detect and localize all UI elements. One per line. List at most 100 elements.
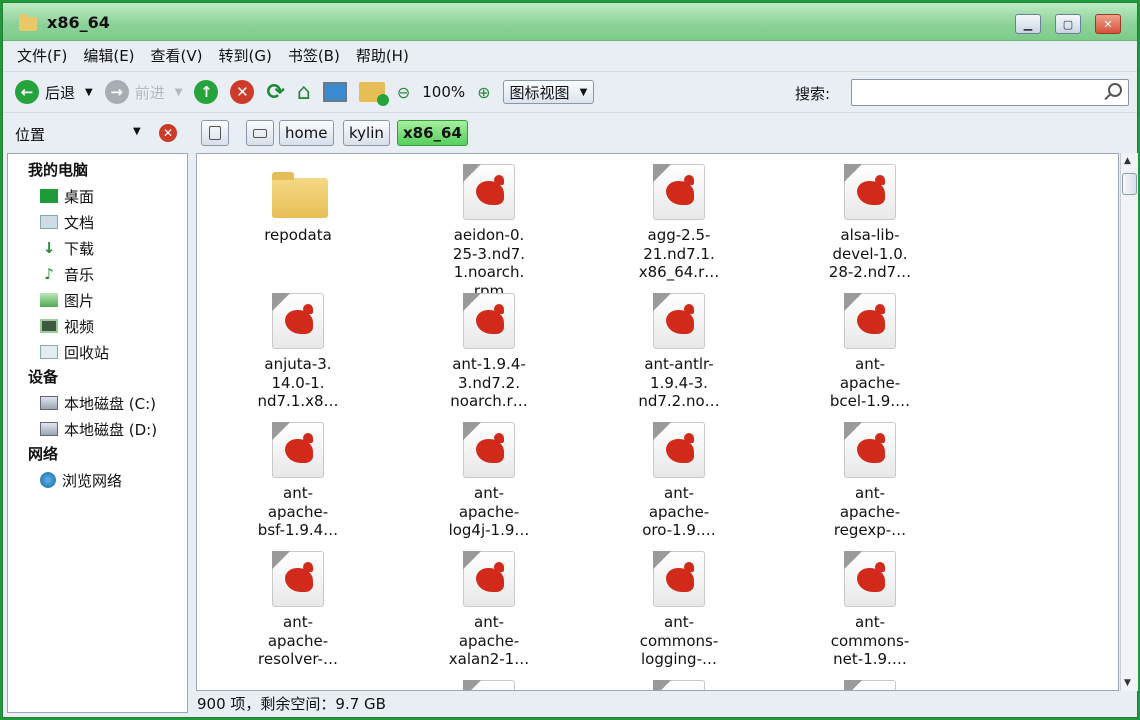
view-mode-select[interactable]: 图标视图 ▼ [502,80,595,104]
file-name: repodata [238,226,358,245]
file-name: anjuta-3. 14.0-1. nd7.1.x8… [238,355,358,411]
file-item[interactable]: ant-apache-resolver-… [238,551,358,669]
file-name-line: 1.9.4-3. [650,373,708,392]
file-item[interactable]: aeidon-0. 25-3.nd7. 1.noarch. rpm [429,164,549,300]
file-name-line: oro-1.9.… [642,521,716,539]
sidebar-item-desktop[interactable]: 桌面 [8,183,187,209]
file-item[interactable]: ant-apache-bcel-1.9.… [810,293,930,411]
rpm-package-icon [653,551,705,607]
sidebar-item-pictures[interactable]: 图片 [8,287,187,313]
file-name: aeidon-0. 25-3.nd7. 1.noarch. rpm [429,226,549,300]
forward-button[interactable]: → 前进 ▼ [104,80,183,104]
stop-icon[interactable]: ✕ [230,80,255,104]
file-item-partial[interactable] [619,680,739,690]
menu-file[interactable]: 文件(F) [17,45,67,66]
search-input[interactable] [851,79,1129,106]
file-name-line: apache- [458,502,520,521]
file-item[interactable]: ant-apache-regexp-… [810,422,930,540]
rpm-package-icon [844,680,896,690]
file-item[interactable]: repodata [238,164,358,245]
home-icon[interactable]: ⌂ [297,80,311,105]
computer-icon[interactable] [322,82,347,102]
rpm-package-icon [844,293,896,349]
file-item[interactable]: agg-2.5- 21.nd7.1. x86_64.r… [619,164,739,282]
trash-icon [40,345,58,359]
maximize-button[interactable]: ▢ [1055,14,1081,34]
file-name-line: apache- [267,502,329,521]
menu-help[interactable]: 帮助(H) [356,45,409,66]
file-name: ant-apache-bcel-1.9.… [810,355,930,411]
file-item-partial[interactable] [810,680,930,690]
close-button[interactable]: ✕ [1095,14,1121,34]
back-button[interactable]: ← 后退 ▼ [15,80,93,104]
sidebar-item-music[interactable]: ♪ 音乐 [8,261,187,287]
file-name: ant-commons-net-1.9.… [810,613,930,669]
file-name-line: ant- [474,613,504,631]
crumb-home[interactable]: home [279,120,334,146]
menu-go[interactable]: 转到(G) [219,45,272,66]
file-item[interactable]: anjuta-3. 14.0-1. nd7.1.x8… [238,293,358,411]
sidebar-item-disk-c[interactable]: 本地磁盘 (C:) [8,390,187,416]
file-name-line: resolver-… [258,650,338,668]
sidebar-item-label: 本地磁盘 (C:) [64,394,156,413]
file-item[interactable]: ant-antlr- 1.9.4-3. nd7.2.no… [619,293,739,411]
crumb-kylin[interactable]: kylin [343,120,390,146]
scroll-down-icon[interactable]: ▼ [1124,678,1131,688]
file-item[interactable]: ant-apache-bsf-1.9.4… [238,422,358,540]
file-name-line: ant- [283,484,313,502]
file-item[interactable]: ant-commons-logging-… [619,551,739,669]
zoom-out-icon[interactable]: ⊖ [397,83,410,102]
sidebar-item-trash[interactable]: 回收站 [8,339,187,365]
menu-bar: 文件(F) 编辑(E) 查看(V) 转到(G) 书签(B) 帮助(H) [3,41,1137,69]
zoom-in-icon[interactable]: ⊕ [477,83,490,102]
file-name-line: apache- [839,373,901,392]
file-item[interactable]: ant-apache-oro-1.9.… [619,422,739,540]
file-item[interactable]: ant-apache-xalan2-1… [429,551,549,669]
file-name-line: logging-… [641,650,717,668]
minimize-button[interactable]: ▁ [1015,14,1041,34]
rpm-package-icon [463,680,515,690]
file-item[interactable]: ant-1.9.4- 3.nd7.2. noarch.r… [429,293,549,411]
vertical-scrollbar[interactable]: ▲ ▼ [1120,153,1138,691]
rpm-package-icon [844,164,896,220]
file-name-line: ant- [474,484,504,502]
back-label: 后退 [45,83,76,102]
file-name-line: bcel-1.9.… [829,392,911,410]
toggle-path-button[interactable] [201,120,229,146]
close-sidebar-icon[interactable]: ✕ [159,124,177,142]
file-view[interactable]: repodata aeidon-0. 25-3.nd7. 1.noarch. rpm ag… [196,153,1119,691]
sidebar-item-label: 下载 [64,239,95,258]
crumb-root[interactable] [246,120,274,146]
forward-history-dropdown-icon[interactable]: ▼ [175,87,183,98]
sidebar-item-label: 图片 [64,291,95,310]
crumb-x86-64[interactable]: x86_64 [397,120,468,146]
menu-bookmarks[interactable]: 书签(B) [288,45,340,66]
sidebar-section-devices: 设备 [28,368,59,386]
file-name-line: noarch.r… [450,392,528,410]
sidebar-item-label: 视频 [64,317,95,336]
new-folder-icon[interactable] [358,82,389,106]
sidebar-item-label: 音乐 [64,265,95,284]
zoom-level: 100% [422,83,466,101]
scrollbar-thumb[interactable] [1122,173,1137,195]
drive-icon [40,396,58,410]
file-item-partial[interactable] [429,680,549,690]
sidebar-item-browse-network[interactable]: 浏览网络 [8,467,187,493]
title-bar[interactable]: x86_64 ▁ ▢ ✕ [3,3,1137,41]
up-arrow-icon[interactable]: ↑ [194,80,219,104]
file-item[interactable]: ant-commons-net-1.9.… [810,551,930,669]
scroll-up-icon[interactable]: ▲ [1124,156,1131,166]
menu-view[interactable]: 查看(V) [151,45,203,66]
menu-edit[interactable]: 编辑(E) [83,45,134,66]
sidebar-item-documents[interactable]: 文档 [8,209,187,235]
sidebar-item-disk-d[interactable]: 本地磁盘 (D:) [8,416,187,442]
sidebar-item-downloads[interactable]: ↓ 下载 [8,235,187,261]
sidebar-item-videos[interactable]: 视频 [8,313,187,339]
search-icon[interactable] [1108,83,1122,97]
places-dropdown-icon[interactable]: ▼ [133,126,141,137]
file-name: ant-apache-resolver-… [238,613,358,669]
reload-icon[interactable]: ⟳ [266,80,284,105]
file-item[interactable]: ant-apache-log4j-1.9… [429,422,549,540]
back-history-dropdown-icon[interactable]: ▼ [85,87,93,98]
file-item[interactable]: alsa-lib-devel-1.0. 28-2.nd7… [810,164,930,282]
